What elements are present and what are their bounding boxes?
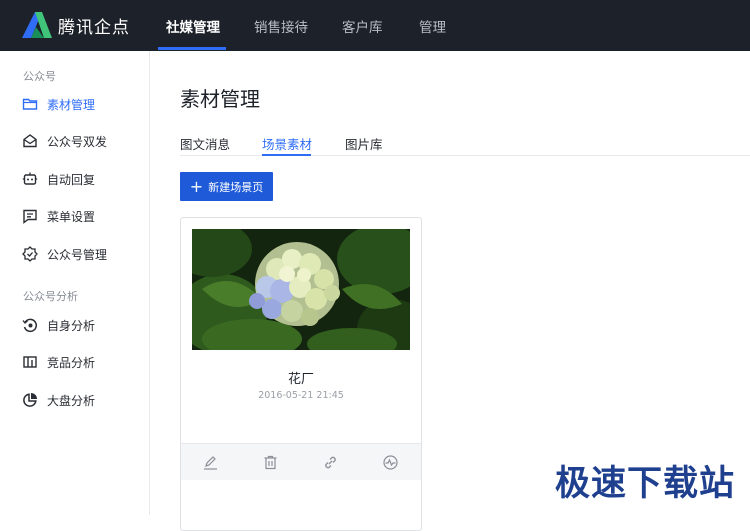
sidebar-item-menu-settings[interactable]: 菜单设置 [22,206,95,226]
compare-icon [23,356,37,368]
robot-icon [22,172,38,185]
sidebar-item-label: 自动回复 [47,172,96,187]
scene-card-date: 2016-05-21 21:45 [258,390,344,401]
sidebar-group-official-account: 公众号 [23,70,56,83]
sidebar: 公众号 素材管理 公众号双发 自动回复 菜单设置 公众号管理 公众号分析 自身分… [0,51,150,515]
sidebar-item-auto-reply[interactable]: 自动回复 [22,169,95,189]
sidebar-item-label: 竞品分析 [47,355,96,370]
nav-active-indicator [158,47,226,50]
sidebar-item-label: 素材管理 [47,97,96,112]
nav-customer-library[interactable]: 客户库 [342,16,383,36]
sidebar-item-label: 大盘分析 [47,393,96,408]
new-scene-page-button[interactable]: + 新建场景页 [180,172,273,201]
sidebar-item-material-management[interactable]: 素材管理 [22,94,95,114]
nav-sales-reception[interactable]: 销售接待 [254,16,308,36]
mail-open-icon [23,134,37,148]
sidebar-group-account-analysis: 公众号分析 [23,290,78,303]
plus-icon: + [189,176,204,196]
delete-icon[interactable] [262,454,279,471]
menu-list-icon [23,209,37,224]
sidebar-item-self-analysis[interactable]: 自身分析 [22,315,95,335]
scene-card[interactable]: 花厂 2016-05-21 21:45 [180,217,422,531]
sidebar-item-label: 菜单设置 [47,209,96,224]
link-icon[interactable] [322,454,339,471]
sidebar-item-label: 公众号管理 [47,247,108,262]
refresh-analysis-icon [22,318,38,333]
stats-icon[interactable] [382,454,399,471]
nav-management[interactable]: 管理 [419,16,446,36]
top-navigation-bar: 腾讯企点 社媒管理 销售接待 客户库 管理 [0,0,750,51]
watermark: 极速下载站 [555,464,736,504]
page-title: 素材管理 [180,87,260,111]
pie-icon [23,393,37,407]
sidebar-item-label: 公众号双发 [47,134,108,149]
scene-card-image[interactable] [192,229,410,350]
scene-card-title: 花厂 [287,372,314,387]
scene-card-actions [181,443,421,480]
gear-badge-icon [22,246,38,262]
tencent-qidian-logo[interactable] [22,12,52,38]
folder-icon [22,98,38,110]
sidebar-item-account-management[interactable]: 公众号管理 [22,244,107,264]
sidebar-item-dual-publish[interactable]: 公众号双发 [22,131,107,151]
main-content: 素材管理 图文消息 场景素材 图片库 + 新建场景页 花厂 2016-05-21… [150,51,750,531]
brand-name[interactable]: 腾讯企点 [58,13,130,38]
edit-icon[interactable] [202,454,219,471]
tab-rich-media-messages[interactable]: 图文消息 [180,134,230,153]
tab-image-library[interactable]: 图片库 [345,134,383,153]
sidebar-item-competitor-analysis[interactable]: 竞品分析 [22,352,95,372]
nav-social-media[interactable]: 社媒管理 [166,16,220,36]
sidebar-item-label: 自身分析 [47,318,96,333]
new-scene-page-label: 新建场景页 [208,180,264,194]
tab-active-indicator [262,154,311,156]
sidebar-item-market-analysis[interactable]: 大盘分析 [22,390,95,410]
tab-scene-materials[interactable]: 场景素材 [262,134,312,153]
